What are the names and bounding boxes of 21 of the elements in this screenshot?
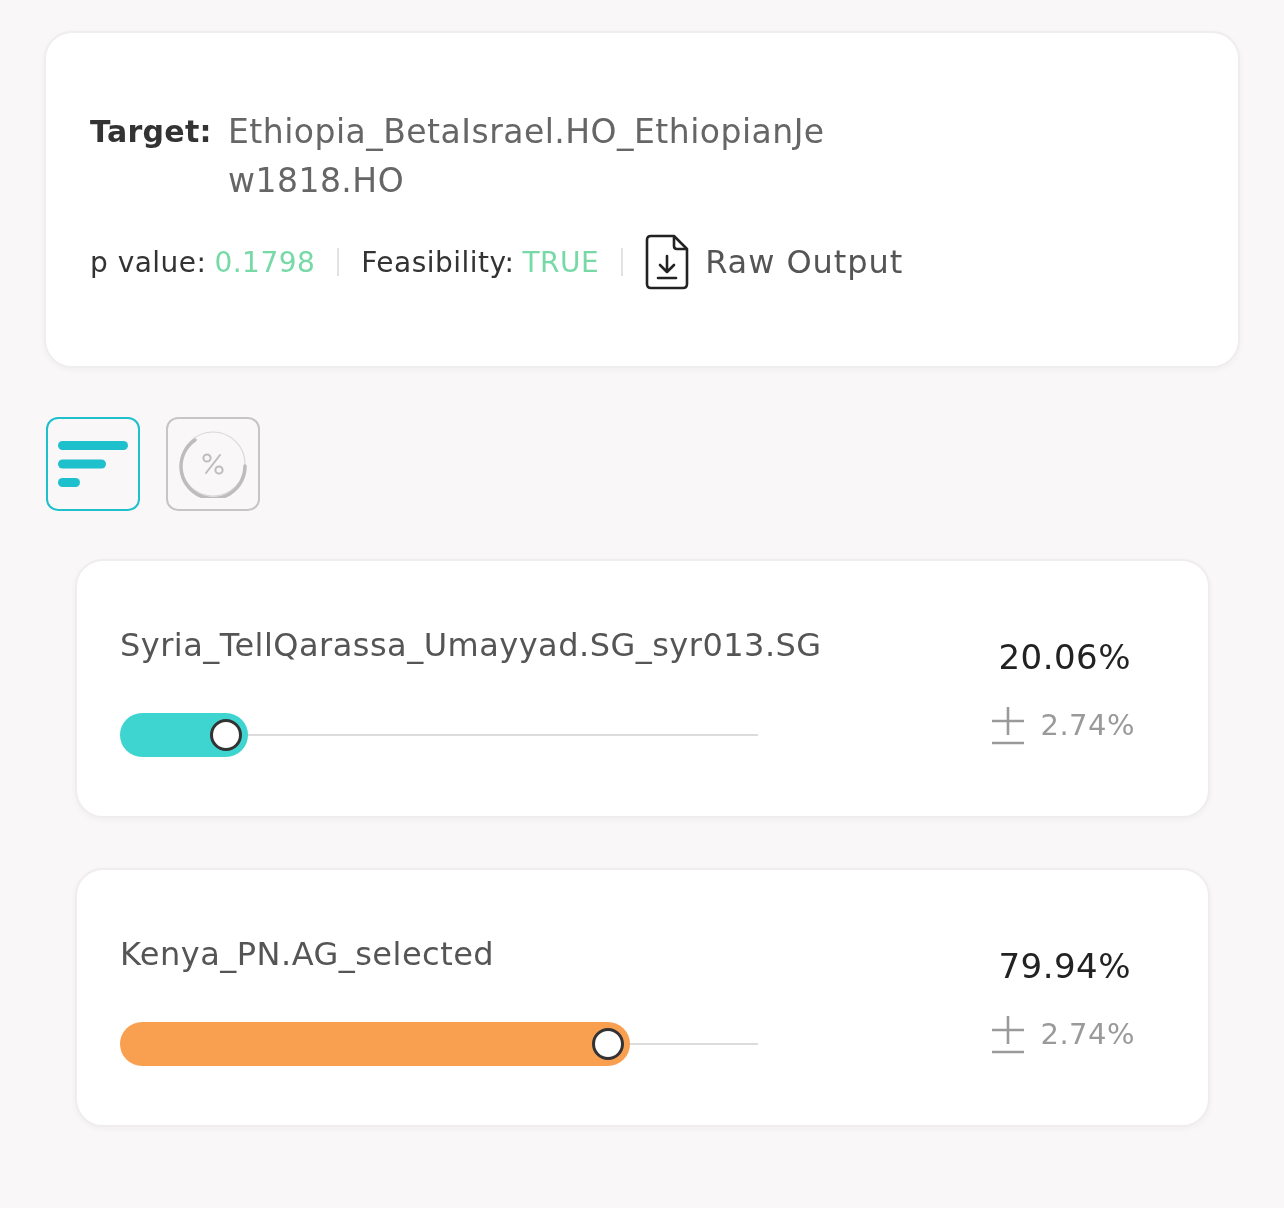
source-name: Syria_TellQarassa_Umayyad.SG_syr013.SG xyxy=(120,625,822,665)
error-margin: 2.74% xyxy=(1040,707,1135,744)
source-percent: 79.94% xyxy=(998,946,1131,986)
slider-track[interactable] xyxy=(120,1022,758,1066)
target-value: Ethiopia_BetaIsrael.HO_EthiopianJew1818.HO xyxy=(228,111,826,202)
stat-label: p value: xyxy=(90,245,207,279)
target-label: Target: xyxy=(90,113,213,151)
bars-icon xyxy=(58,441,128,487)
plus-minus-icon xyxy=(990,1014,1027,1054)
stat-label: Feasibility: xyxy=(361,245,515,279)
source-name: Kenya_PN.AG_selected xyxy=(120,934,495,974)
stat-value: TRUE xyxy=(522,245,600,279)
source-percent: 20.06% xyxy=(998,637,1131,677)
plus-minus-icon xyxy=(990,705,1027,745)
view-toggle-button[interactable] xyxy=(166,417,260,511)
stat-value: 0.1798 xyxy=(214,245,316,279)
file-download-icon xyxy=(645,234,690,290)
percent-ring-icon xyxy=(179,430,247,498)
raw-output-button[interactable]: Raw Output xyxy=(645,234,904,290)
view-toggle-button[interactable] xyxy=(46,417,140,511)
error-margin: 2.74% xyxy=(1040,1016,1135,1053)
